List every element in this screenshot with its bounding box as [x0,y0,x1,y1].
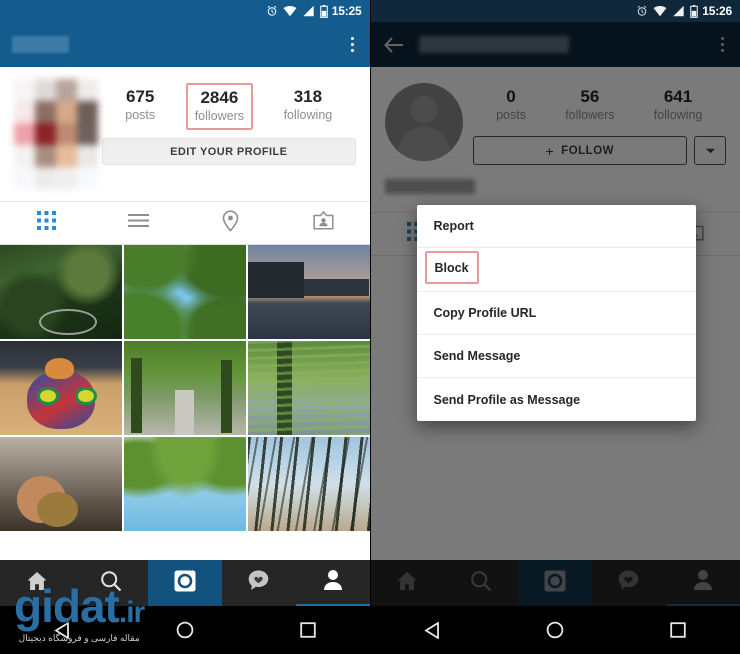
grid-photo[interactable] [123,245,246,339]
person-icon [323,569,343,595]
home-button[interactable] [159,621,211,639]
following-label: following [283,108,333,122]
redacted-username [12,36,69,53]
triangle-back-icon [424,621,439,639]
sidebar-item-map-tab[interactable] [185,202,277,244]
followers-label: followers [194,109,245,123]
recents-button[interactable] [652,622,704,638]
circle-home-icon [176,621,194,639]
heart-chat-icon [247,569,271,597]
grid-photo[interactable] [123,437,246,531]
menu-item-send-message[interactable]: Send Message [416,335,696,378]
status-bar-right: 15:26 [370,0,740,22]
app-bar-left [0,22,370,67]
status-time: 15:26 [702,4,732,18]
grid-photo[interactable] [0,437,122,531]
photo-grid [0,245,370,531]
search-tab[interactable] [74,560,148,606]
grid-photo[interactable] [0,245,122,339]
status-bar-left: 15:25 [0,0,370,22]
sidebar-item-tagged-tab[interactable] [277,202,369,244]
circle-home-icon [546,621,564,639]
tagged-photos-icon [313,210,334,236]
grid-photo[interactable] [0,341,122,435]
grid-photo[interactable] [247,341,370,435]
right-phone-screen: 15:26 0 posts 56 [369,0,740,654]
signal-icon [302,5,315,17]
search-icon [100,570,122,597]
triangle-back-icon [53,621,69,639]
profile-stats-left: 675 posts 2846 followers 318 following [102,79,356,130]
android-system-nav-left [0,606,370,654]
signal-icon [672,5,685,17]
alarm-icon [636,5,648,17]
profile-header-left: 675 posts 2846 followers 318 following E… [0,67,370,189]
home-button[interactable] [529,621,581,639]
profile-options-dialog: Report Block Copy Profile URL Send Messa… [416,205,696,421]
status-icons [266,4,328,18]
menu-item-block-row[interactable]: Block [416,248,696,292]
camera-tab[interactable] [147,560,222,606]
battery-icon [690,4,699,18]
list-icon [127,212,150,234]
status-icons [636,4,699,18]
menu-item-report[interactable]: Report [416,205,696,248]
location-pin-icon [222,209,239,237]
sidebar-item-grid-tab[interactable] [0,202,92,244]
posts-label: posts [125,108,156,122]
profile-tab[interactable] [295,560,370,606]
following-count: 318 [293,87,323,106]
home-icon [26,571,48,596]
sidebar-item-list-tab[interactable] [92,202,184,244]
stat-posts[interactable]: 675 posts [117,83,163,130]
alarm-icon [266,5,278,17]
followers-count: 2846 [200,88,239,107]
menu-item-copy-profile-url[interactable]: Copy Profile URL [416,292,696,335]
overflow-menu-button[interactable] [347,33,358,56]
posts-count: 675 [126,87,155,106]
stat-following[interactable]: 318 following [276,83,341,130]
wifi-icon [283,5,297,17]
square-recents-icon [670,622,687,638]
left-phone-screen: 15:25 675 posts 2846 followers 318 follo… [0,0,370,654]
bottom-navigation-left [0,560,370,606]
home-tab[interactable] [0,560,74,606]
edit-your-profile-button[interactable]: EDIT YOUR PROFILE [102,138,356,165]
stat-followers[interactable]: 2846 followers [185,83,254,130]
grid-photo[interactable] [247,245,370,339]
grid-icon [36,210,57,236]
status-time: 15:25 [331,4,362,18]
menu-item-send-profile-as-message[interactable]: Send Profile as Message [417,378,696,421]
grid-photo[interactable] [123,341,246,435]
grid-photo[interactable] [247,437,370,531]
avatar[interactable] [14,79,102,189]
square-recents-icon [300,622,316,638]
blurred-avatar-image [14,79,98,189]
wifi-icon [653,5,667,17]
android-system-nav-right [370,606,740,654]
recents-button[interactable] [282,622,334,638]
dual-screenshot-comparison: 15:25 675 posts 2846 followers 318 follo… [0,0,740,654]
battery-icon [320,4,328,18]
activity-tab[interactable] [222,560,296,606]
back-button[interactable] [36,621,88,639]
profile-tab-strip [0,201,370,245]
camera-icon [173,569,197,598]
menu-item-block[interactable]: Block [424,251,479,284]
back-button[interactable] [406,621,458,639]
